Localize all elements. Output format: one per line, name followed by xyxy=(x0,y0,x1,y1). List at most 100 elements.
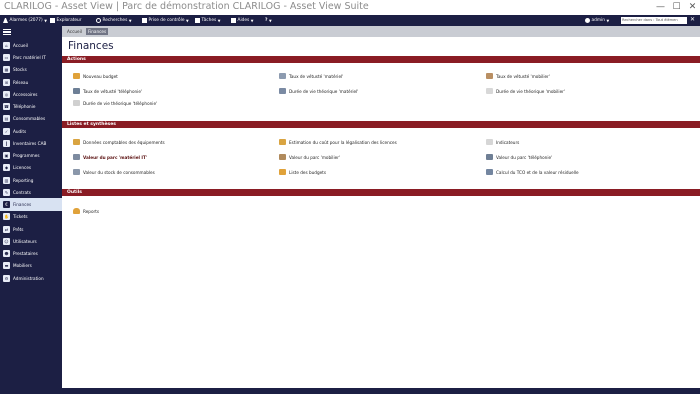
window-title: CLARILOG - Asset View | Parc de démonstr… xyxy=(4,1,369,12)
chevron-down-icon: ▼ xyxy=(217,18,221,23)
sidebar-item-furniture[interactable]: ▬ Mobiliers xyxy=(0,260,62,273)
sidebar-item-label: Consommables xyxy=(13,116,46,122)
breadcrumb: Accueil Finances xyxy=(62,26,700,37)
lifespan-hardware-link[interactable]: Durée de vie théorique 'matériel' xyxy=(279,88,358,94)
sidebar-item-providers[interactable]: ☻ Prestataires xyxy=(0,247,62,260)
sidebar-item-phone[interactable]: ☎ Téléphonie xyxy=(0,100,62,113)
sidebar-item-network[interactable]: ⊞ Réseau xyxy=(0,76,62,89)
phone-icon: ☎ xyxy=(3,103,10,110)
sidebar-item-label: Inventaires CAB xyxy=(13,140,47,146)
lifespan-hardware-icon xyxy=(279,88,286,94)
license-cost-icon xyxy=(279,139,286,145)
indicators-icon xyxy=(486,139,493,145)
sidebar-item-home[interactable]: ⌂ Accueil xyxy=(0,39,62,52)
window-titlebar: CLARILOG - Asset View | Parc de démonstr… xyxy=(0,0,700,15)
sidebar-item-ticket[interactable]: ✋ Tickets xyxy=(0,211,62,224)
sidebar-item-label: Accueil xyxy=(13,42,28,48)
minimize-button[interactable]: — xyxy=(656,1,665,13)
license-cost-link[interactable]: Estimation du coût pour la légalisation … xyxy=(279,139,397,145)
sidebar-item-stock[interactable]: ▦ Stocks xyxy=(0,64,62,77)
searches-menu[interactable]: Recherches ▼ xyxy=(96,15,132,26)
close-icon[interactable]: ✕ xyxy=(690,16,695,23)
furniture-icon: ▬ xyxy=(3,262,10,270)
sidebar-item-admin[interactable]: ⚙ Administration xyxy=(0,272,62,285)
rate-hardware-link[interactable]: Taux de vétusté 'matériel' xyxy=(279,73,343,79)
lifespan-furniture-link[interactable]: Durée de vie théorique 'mobilier' xyxy=(486,88,565,94)
sidebar-item-loan[interactable]: ⇄ Prêts xyxy=(0,223,62,236)
tasks-menu[interactable]: Tâches ▼ xyxy=(195,15,220,26)
help-button[interactable]: ? ▼ xyxy=(265,15,272,26)
rate-furniture-link[interactable]: Taux de vétusté 'mobilier' xyxy=(486,73,550,79)
tasks-icon xyxy=(195,18,200,23)
indicators-link[interactable]: Indicateurs xyxy=(486,139,519,145)
sidebar-item-programs[interactable]: ▣ Programmes xyxy=(0,149,62,162)
control-panel-menu[interactable]: Prise de contrôle ▼ xyxy=(142,15,189,26)
value-phone-link[interactable]: Valeur du parc 'téléphonie' xyxy=(486,154,552,160)
audit-icon: ✓ xyxy=(3,127,10,135)
explorer-menu[interactable]: Explorateur xyxy=(50,15,82,26)
users-icon: ☺ xyxy=(3,237,10,245)
accounting-icon xyxy=(73,139,80,145)
sidebar-item-barcode[interactable]: ‖ Inventaires CAB xyxy=(0,137,62,150)
breadcrumb-home[interactable]: Accueil xyxy=(65,28,84,35)
section-header-tools: Outils xyxy=(62,189,700,196)
sidebar-item-label: Téléphonie xyxy=(13,104,36,109)
value-hardware-link[interactable]: Valeur du parc 'matériel IT' xyxy=(73,154,147,160)
lifespan-phone-link[interactable]: Durée de vie théorique 'téléphonie' xyxy=(73,100,157,106)
accounting-data-link[interactable]: Données comptables des équipements xyxy=(73,139,165,145)
hamburger-menu-icon[interactable] xyxy=(3,29,11,35)
sidebar-item-label: Stocks xyxy=(13,67,27,73)
value-furniture-icon xyxy=(279,154,286,160)
global-search-input[interactable]: Rechercher dans : Tout élémen xyxy=(621,17,687,24)
breadcrumb-current[interactable]: Finances xyxy=(85,28,109,35)
tco-link[interactable]: Calcul du TCO et de la valeur résiduelle xyxy=(486,169,579,175)
chevron-down-icon: ▼ xyxy=(128,18,132,23)
providers-icon: ☻ xyxy=(3,250,10,257)
sidebar-item-label: Audits xyxy=(13,128,27,134)
page-title: Finances xyxy=(68,40,114,52)
top-nav-bar: Alarmes (2077) ▼ Explorateur Recherches … xyxy=(0,15,700,26)
sidebar-item-finance[interactable]: € Finances xyxy=(0,198,62,211)
value-stock-link[interactable]: Valeur du stock de consommables xyxy=(73,169,155,175)
reports-link[interactable]: Reports xyxy=(73,208,99,214)
explorer-label: Explorateur xyxy=(56,18,82,23)
chevron-down-icon: ▼ xyxy=(44,18,47,23)
sidebar-item-label: Prestataires xyxy=(13,251,38,256)
programs-icon: ▣ xyxy=(3,152,10,159)
sidebar-item-consumables[interactable]: ▤ Consommables xyxy=(0,113,62,126)
rate-phone-icon xyxy=(73,88,80,94)
loan-icon: ⇄ xyxy=(3,225,10,233)
sidebar-item-label: Tickets xyxy=(13,214,28,220)
license-icon: ◆ xyxy=(3,164,10,172)
budget-list-label: Liste des budgets xyxy=(289,169,327,175)
settings-icon xyxy=(585,18,590,23)
chevron-down-icon: ▼ xyxy=(186,18,189,23)
accessories-icon: ◎ xyxy=(3,90,10,98)
sidebar-item-audit[interactable]: ✓ Audits xyxy=(0,125,62,138)
sidebar-item-license[interactable]: ◆ Licences xyxy=(0,162,62,175)
value-furniture-label: Valeur du parc 'mobilier' xyxy=(289,154,341,160)
search-icon xyxy=(96,18,101,23)
help-menu[interactable]: Aides ▼ xyxy=(231,15,253,26)
maximize-button[interactable]: ☐ xyxy=(672,1,681,13)
sidebar-item-label: Utilisateurs xyxy=(13,238,37,244)
sidebar-item-label: Mobiliers xyxy=(13,263,32,269)
rate-furniture-label: Taux de vétusté 'mobilier' xyxy=(496,73,550,79)
rate-phone-link[interactable]: Taux de vétusté 'téléphonie' xyxy=(73,88,142,94)
sidebar-item-reporting[interactable]: ▥ Reporting xyxy=(0,174,62,187)
budget-list-link[interactable]: Liste des budgets xyxy=(279,169,326,175)
value-phone-label: Valeur du parc 'téléphonie' xyxy=(496,154,553,160)
alarms-menu[interactable]: Alarmes (2077) ▼ xyxy=(3,15,47,26)
sidebar-item-contract[interactable]: ✎ Contrats xyxy=(0,186,62,199)
new-budget-link[interactable]: Nouveau budget xyxy=(73,73,118,79)
sidebar-item-computer[interactable]: ▭ Parc matériel IT xyxy=(0,51,62,64)
sidebar-item-accessories[interactable]: ◎ Accessoires xyxy=(0,88,62,101)
tco-label: Calcul du TCO et de la valeur résiduelle xyxy=(496,169,579,175)
close-window-button[interactable]: ✕ xyxy=(688,1,697,13)
help-menu-label: Aides xyxy=(237,18,250,23)
barcode-icon: ‖ xyxy=(3,139,10,147)
license-cost-label: Estimation du coût pour la légalisation … xyxy=(289,139,397,145)
user-menu[interactable]: admin ▼ xyxy=(585,15,609,26)
value-furniture-link[interactable]: Valeur du parc 'mobilier' xyxy=(279,154,340,160)
sidebar-item-users[interactable]: ☺ Utilisateurs xyxy=(0,235,62,248)
